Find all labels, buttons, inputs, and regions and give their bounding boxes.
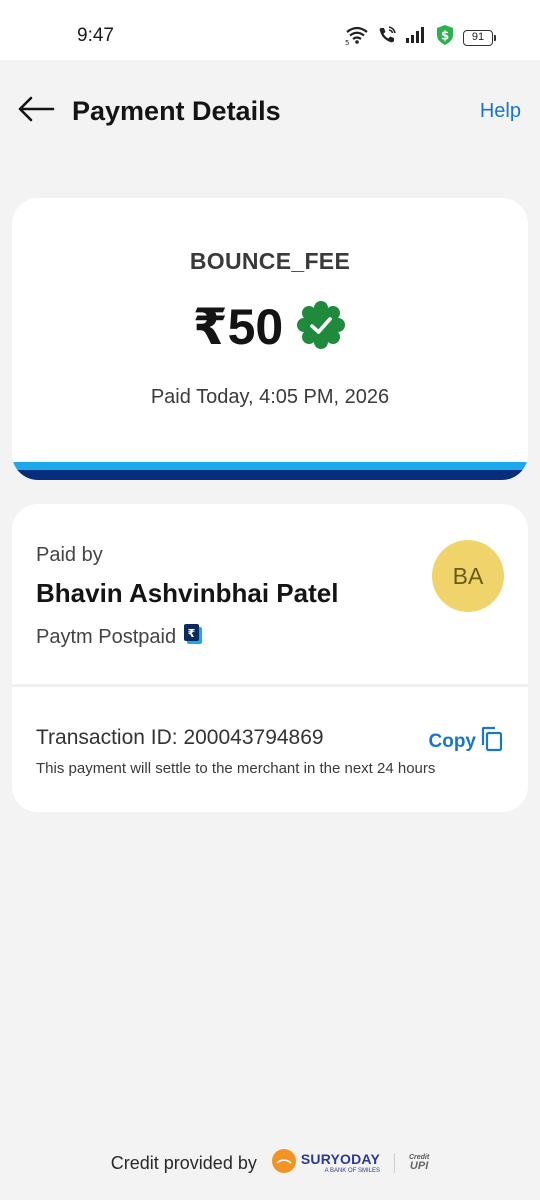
status-bar: 9:47 5 $ 91	[0, 0, 540, 60]
bank-name: SURYODAY	[300, 1151, 380, 1167]
wifi-icon: 5	[345, 25, 369, 50]
svg-text:$: $	[441, 29, 449, 43]
page-title: Payment Details	[72, 96, 281, 126]
transaction-id: Transaction ID: 200043794869	[36, 726, 324, 749]
paid-by-label: Paid by	[36, 544, 103, 566]
suryoday-logo: SURYODAY A BANK OF SMILES	[271, 1148, 380, 1179]
status-icons: 5 $ 91	[345, 24, 496, 51]
payment-summary-card: BOUNCE_FEE ₹50 Paid Today, 4:05 PM, 2026	[12, 198, 528, 480]
payment-method-label: Paytm Postpaid	[36, 625, 177, 648]
section-divider	[12, 684, 528, 687]
brand-stripe-dark	[12, 470, 528, 480]
copy-label: Copy	[428, 731, 477, 752]
footer: Credit provided by SURYODAY A BANK OF SM…	[0, 1148, 540, 1178]
copy-icon	[480, 726, 504, 758]
svg-text:5: 5	[345, 39, 349, 45]
upi-text: UPI	[409, 1160, 429, 1172]
security-shield-icon: $	[435, 24, 455, 51]
copy-button[interactable]: Copy	[429, 726, 505, 758]
payment-amount: ₹50	[192, 299, 284, 355]
payment-method: Paytm Postpaid ₹	[36, 622, 204, 652]
battery-indicator: 91	[463, 29, 496, 46]
wifi-call-icon	[377, 25, 397, 50]
payer-name: Bhavin Ashvinbhai Patel	[36, 578, 339, 608]
paytm-postpaid-icon: ₹	[182, 622, 204, 652]
avatar: BA	[432, 540, 504, 612]
battery-level: 91	[463, 29, 493, 46]
verified-badge-icon	[295, 299, 347, 356]
footer-separator	[393, 1153, 395, 1173]
paid-timestamp: Paid Today, 4:05 PM, 2026	[150, 386, 390, 408]
back-arrow-icon[interactable]	[16, 94, 56, 124]
help-link[interactable]: Help	[480, 100, 521, 123]
svg-text:₹: ₹	[188, 627, 196, 640]
suryoday-sun-icon	[271, 1148, 297, 1179]
signal-icon	[405, 26, 427, 49]
battery-tip	[494, 34, 496, 41]
credit-provided-text: Credit provided by	[110, 1152, 257, 1173]
status-time: 9:47	[77, 25, 114, 46]
payment-details-card: Paid by Bhavin Ashvinbhai Patel Paytm Po…	[12, 504, 528, 812]
amount-row: ₹50	[12, 298, 528, 356]
bank-tagline: A BANK OF SMILES	[324, 1168, 380, 1174]
payment-purpose: BOUNCE_FEE	[189, 248, 351, 274]
settlement-note: This payment will settle to the merchant…	[36, 760, 436, 777]
header: Payment Details Help	[0, 60, 540, 160]
credit-on-upi-logo: Credit UPI	[409, 1154, 429, 1172]
